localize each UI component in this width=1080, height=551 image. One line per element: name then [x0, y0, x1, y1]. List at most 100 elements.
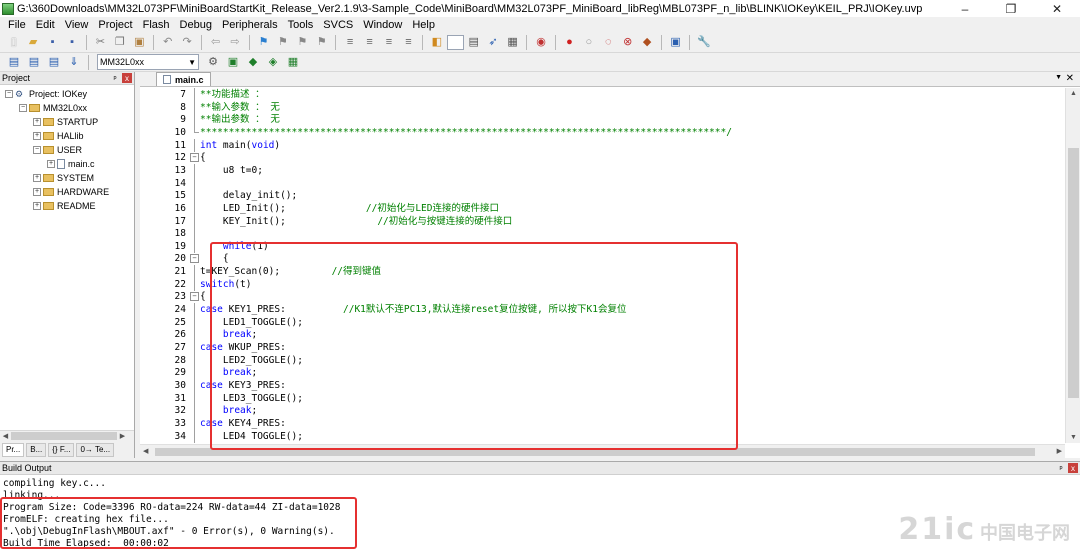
code-line[interactable]: 21 t=KEY_Scan(0); //得到键值	[140, 265, 1065, 279]
code-line[interactable]: 20− {	[140, 252, 1065, 265]
scrollbar-thumb[interactable]	[155, 448, 1035, 456]
code-line[interactable]: 19 while(1)	[140, 239, 1065, 253]
fold-toggle-icon[interactable]: −	[190, 254, 199, 264]
menu-help[interactable]: Help	[407, 19, 440, 31]
breakpoint-kill-all-icon[interactable]: ⊗	[620, 35, 635, 51]
window-layout-icon[interactable]: ▣	[668, 35, 683, 51]
configure-icon[interactable]: ◆	[639, 35, 654, 51]
code-line[interactable]: 13 u8 t=0;	[140, 163, 1065, 177]
build-icon[interactable]: ▤	[26, 54, 42, 70]
nav-back-icon[interactable]: ⇦	[208, 35, 223, 51]
scrollbar-thumb[interactable]	[1068, 148, 1079, 398]
code-line[interactable]: 10 **************************************…	[140, 125, 1065, 139]
save-all-icon[interactable]: ▪	[64, 35, 79, 51]
fold-toggle-icon[interactable]: −	[190, 292, 199, 302]
copy-icon[interactable]: ❐	[112, 35, 127, 51]
code-line[interactable]: 31 LED3_TOGGLE();	[140, 391, 1065, 405]
menu-file[interactable]: File	[3, 19, 31, 31]
tab-templates[interactable]: 0→ Te...	[76, 442, 115, 457]
close-icon[interactable]: x	[122, 73, 132, 83]
tree-item-startup[interactable]: + STARTUP	[33, 115, 98, 128]
menu-debug[interactable]: Debug	[175, 19, 217, 31]
expand-icon[interactable]: +	[33, 201, 41, 210]
tree-item-project[interactable]: − ⚙ Project: IOKey	[5, 87, 87, 100]
select-software-packs-icon[interactable]: ▦	[285, 54, 301, 70]
tab-books[interactable]: B...	[26, 442, 47, 457]
code-line[interactable]: 25 LED1_TOGGLE();	[140, 315, 1065, 329]
menu-edit[interactable]: Edit	[31, 19, 60, 31]
cut-icon[interactable]: ✂	[93, 35, 108, 51]
chevron-down-icon[interactable]: ▼	[1055, 74, 1062, 81]
editor-horizontal-scrollbar[interactable]: ◀ ▶	[140, 444, 1065, 458]
bookmark-clear-icon[interactable]: ⚑	[314, 35, 329, 51]
collapse-icon[interactable]: −	[33, 145, 41, 154]
scroll-right-icon[interactable]: ▶	[1057, 447, 1062, 455]
code-line[interactable]: 22 switch(t)	[140, 277, 1065, 291]
code-area[interactable]: 7 **功能描述 ： 8 **输入参数 ： 无 9 **输出参数 ： 无 10 *******…	[140, 88, 1065, 443]
tree-item-main-c[interactable]: + main.c	[47, 157, 95, 170]
code-line[interactable]: 12−{	[140, 151, 1065, 164]
comment-icon[interactable]: ≡	[381, 35, 396, 51]
code-line[interactable]: 18	[140, 227, 1065, 241]
find-in-files-icon[interactable]: ◧	[429, 35, 444, 51]
close-icon[interactable]: ✕	[1066, 73, 1074, 84]
save-icon[interactable]: ▪	[45, 35, 60, 51]
code-line[interactable]: 8 **输入参数 ： 无	[140, 100, 1065, 114]
menu-peripherals[interactable]: Peripherals	[217, 19, 283, 31]
code-line[interactable]: 16 LED_Init(); //初始化与LED连接的硬件接口	[140, 201, 1065, 215]
minimize-button[interactable]: –	[942, 0, 988, 17]
code-line[interactable]: 27 case WKUP_PRES:	[140, 341, 1065, 354]
debug-start-icon[interactable]: ◉	[533, 35, 548, 51]
breakpoint-disable-all-icon[interactable]: ◌	[601, 35, 616, 51]
find-combo[interactable]	[446, 35, 464, 50]
tab-main-c[interactable]: main.c	[156, 72, 211, 86]
bookmark-icon[interactable]: ⚑	[256, 35, 271, 51]
target-options-icon[interactable]: ⚙	[205, 54, 221, 70]
scroll-left-icon[interactable]: ◀	[143, 447, 148, 455]
editor-vertical-scrollbar[interactable]: ▲ ▼	[1065, 88, 1080, 443]
breakpoint-disable-icon[interactable]: ○	[581, 35, 596, 51]
rebuild-icon[interactable]: ▤	[46, 54, 62, 70]
paste-icon[interactable]: ▣	[132, 35, 147, 51]
uncomment-icon[interactable]: ≡	[401, 35, 416, 51]
tree-item-readme[interactable]: + README	[33, 199, 96, 212]
code-line[interactable]: 29 break;	[140, 366, 1065, 380]
tree-item-user[interactable]: − USER	[33, 143, 82, 156]
menu-view[interactable]: View	[60, 19, 94, 31]
collapse-icon[interactable]: −	[19, 103, 27, 112]
scroll-left-icon[interactable]: ◀	[0, 432, 11, 440]
code-line[interactable]: 24 case KEY1_PRES: //K1默认不连PC13,默认连接reset…	[140, 303, 1065, 317]
close-icon[interactable]: x	[1068, 463, 1078, 473]
pin-icon[interactable]: ᵖ	[1056, 463, 1066, 473]
code-line[interactable]: 23−{	[140, 290, 1065, 303]
code-line[interactable]: 28 LED2_TOGGLE();	[140, 353, 1065, 367]
tree-item-system[interactable]: + SYSTEM	[33, 171, 94, 184]
pack-installer-icon[interactable]: ◈	[265, 54, 281, 70]
expand-icon[interactable]: +	[33, 173, 41, 182]
code-line[interactable]: 11 int main(void)	[140, 138, 1065, 152]
code-line[interactable]: 15 delay_init();	[140, 189, 1065, 203]
breakpoint-icon[interactable]: ●	[562, 35, 577, 51]
new-file-icon[interactable]: ▯	[6, 35, 21, 51]
fold-toggle-icon[interactable]: −	[190, 153, 199, 163]
pin-icon[interactable]: ᵖ	[110, 73, 120, 83]
scroll-down-icon[interactable]: ▼	[1066, 434, 1080, 441]
tree-item-hardware[interactable]: + HARDWARE	[33, 185, 109, 198]
nav-forward-icon[interactable]: ⇨	[227, 35, 242, 51]
find-icon[interactable]: ▤	[466, 35, 481, 51]
code-line[interactable]: 32 break;	[140, 404, 1065, 418]
source-browser-icon[interactable]: ▦	[505, 35, 520, 51]
menu-tools[interactable]: Tools	[283, 19, 319, 31]
tree-item-target[interactable]: − MM32L0xx	[19, 101, 87, 114]
tab-project[interactable]: Pr...	[2, 442, 25, 457]
indent-icon[interactable]: ≡	[342, 35, 357, 51]
code-line[interactable]: 9 **输出参数 ： 无	[140, 113, 1065, 127]
menu-svcs[interactable]: SVCS	[318, 19, 358, 31]
download-icon[interactable]: ⇓	[66, 54, 82, 70]
expand-icon[interactable]: +	[33, 187, 41, 196]
code-line[interactable]: 33 case KEY4_PRES:	[140, 416, 1065, 430]
code-line[interactable]: 34 LED4 TOGGLE();	[140, 429, 1065, 443]
scrollbar-thumb[interactable]	[11, 432, 117, 440]
bookmark-next-icon[interactable]: ⚑	[295, 35, 310, 51]
code-line[interactable]: 14	[140, 176, 1065, 190]
